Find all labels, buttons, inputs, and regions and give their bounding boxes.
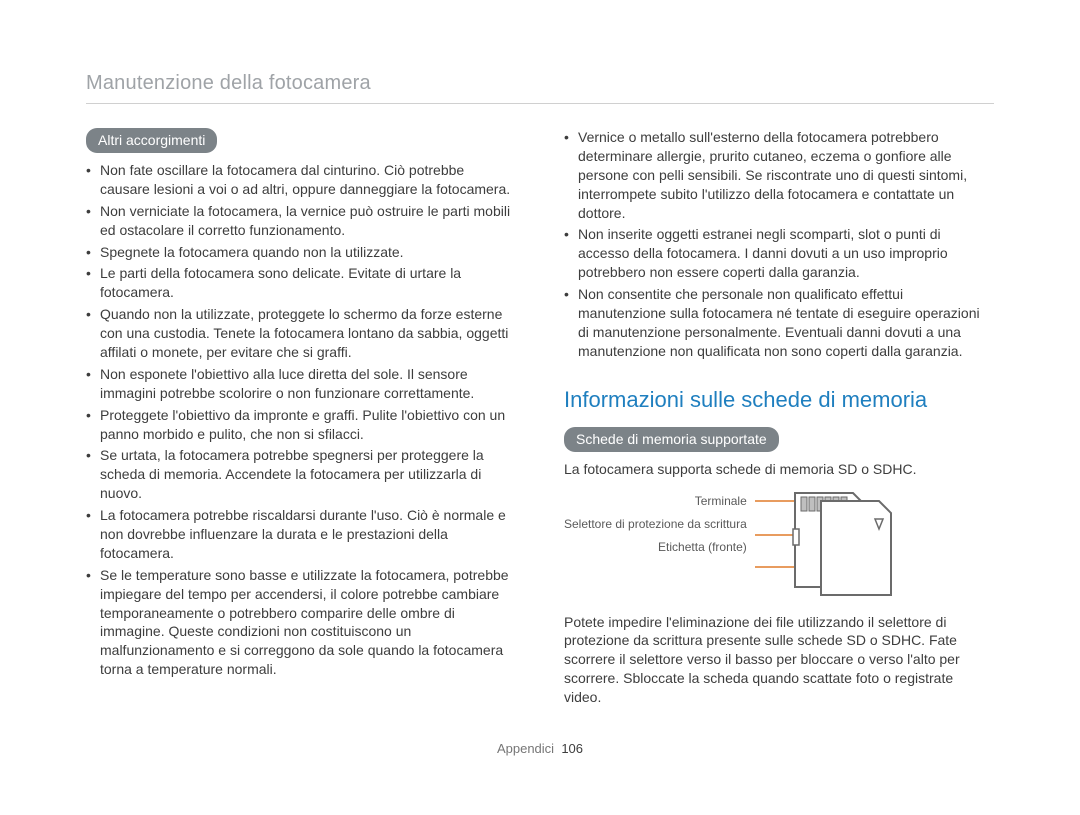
supported-cards-text: La fotocamera supporta schede di memoria… <box>564 460 994 479</box>
list-item: Non consentite che personale non qualifi… <box>564 285 994 361</box>
list-item: Spegnete la fotocamera quando non la uti… <box>86 243 516 262</box>
callout-write-protect: Selettore di protezione da scrittura <box>564 518 747 531</box>
right-column: Vernice o metallo sull'esterno della fot… <box>564 128 994 717</box>
list-item: Vernice o metallo sull'esterno della fot… <box>564 128 994 222</box>
list-item: Se le temperature sono basse e utilizzat… <box>86 566 516 679</box>
list-item: Quando non la utilizzate, proteggete lo … <box>86 305 516 362</box>
list-item: La fotocamera potrebbe riscaldarsi duran… <box>86 506 516 563</box>
sd-card-diagram: Terminale Selettore di protezione da scr… <box>564 489 994 599</box>
list-item: Non inserite oggetti estranei negli scom… <box>564 225 994 282</box>
right-top-bullet-list: Vernice o metallo sull'esterno della fot… <box>564 128 994 361</box>
list-item: Non esponete l'obiettivo alla luce diret… <box>86 365 516 403</box>
list-item: Proteggete l'obiettivo da impronte e gra… <box>86 406 516 444</box>
page-footer: Appendici 106 <box>86 741 994 756</box>
pill-supported-cards: Schede di memoria supportate <box>564 427 779 452</box>
list-item: Non verniciate la fotocamera, la vernice… <box>86 202 516 240</box>
footer-page-number: 106 <box>561 741 583 756</box>
sd-card-icon <box>755 489 905 599</box>
left-bullet-list: Non fate oscillare la fotocamera dal cin… <box>86 161 516 679</box>
left-column: Altri accorgimenti Non fate oscillare la… <box>86 128 516 717</box>
pill-altri-accorgimenti: Altri accorgimenti <box>86 128 217 153</box>
two-column-layout: Altri accorgimenti Non fate oscillare la… <box>86 128 994 717</box>
list-item: Se urtata, la fotocamera potrebbe spegne… <box>86 446 516 503</box>
manual-page: Manutenzione della fotocamera Altri acco… <box>0 0 1080 776</box>
diagram-callout-labels: Terminale Selettore di protezione da scr… <box>564 489 747 555</box>
callout-label-front: Etichetta (fronte) <box>658 541 747 554</box>
footer-section: Appendici <box>497 741 554 756</box>
list-item: Le parti della fotocamera sono delicate.… <box>86 264 516 302</box>
write-protect-text: Potete impedire l'eliminazione dei file … <box>564 613 994 707</box>
breadcrumb: Manutenzione della fotocamera <box>86 72 994 104</box>
section-title-memory-cards: Informazioni sulle schede di memoria <box>564 387 994 413</box>
callout-terminal: Terminale <box>695 495 747 508</box>
list-item: Non fate oscillare la fotocamera dal cin… <box>86 161 516 199</box>
